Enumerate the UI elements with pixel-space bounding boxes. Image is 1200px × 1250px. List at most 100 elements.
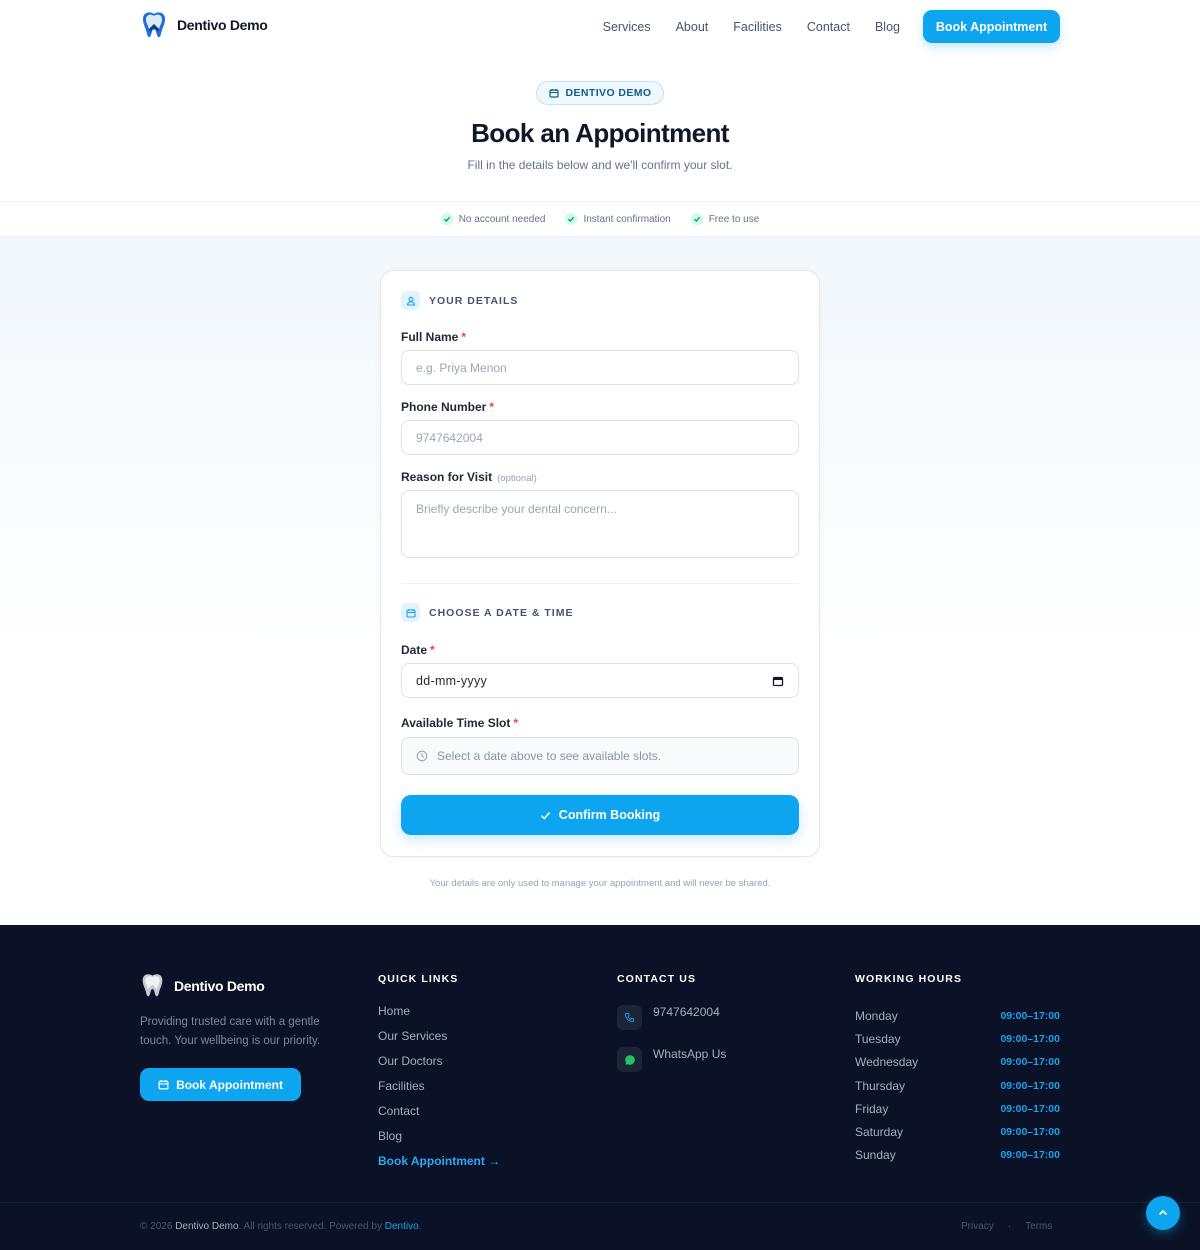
brand-name: Dentivo Demo [177,17,268,33]
contact-phone[interactable]: 9747642004 [617,1005,720,1030]
quick-link-doctors[interactable]: Our Doctors [378,1053,500,1070]
hours-time: 09:00–17:00 [1000,1056,1060,1069]
contact-whatsapp-label: WhatsApp Us [653,1047,727,1061]
feature-item: Free to use [690,213,760,225]
arrow-up-icon [1158,1209,1168,1216]
quick-link-book-appointment[interactable]: Book Appointment → [378,1153,500,1170]
page-subtitle: Fill in the details below and we'll conf… [467,158,733,172]
nav-contact[interactable]: Contact [807,20,850,34]
time-slot-label: Available Time Slot * [401,716,519,730]
quick-link-contact[interactable]: Contact [378,1103,500,1120]
confirm-booking-label: Confirm Booking [558,808,661,822]
copyright: © 2026 Dentivo Demo. All rights reserved… [140,1221,422,1232]
privacy-link[interactable]: Privacy [961,1221,994,1232]
booking-form: YOUR DETAILS Full Name* Phone Number* Re… [380,270,820,857]
footer-book-appointment-button[interactable]: Book Appointment [140,1068,301,1101]
hours-time: 09:00–17:00 [1000,1126,1060,1139]
check-icon [540,811,550,820]
reason-label: Reason for Visit (optional) [401,470,537,484]
main-nav: Services About Facilities Contact Blog B… [603,10,1060,43]
hours-row: Saturday 09:00–17:00 [855,1120,1060,1143]
phone-label: Phone Number * [401,400,495,414]
working-hours-list: Monday 09:00–17:00 Tuesday 09:00–17:00 Wed… [855,1004,1060,1167]
quick-links-title: QUICK LINKS [378,973,459,985]
clock-icon [416,750,428,762]
nav-facilities[interactable]: Facilities [733,20,782,34]
hours-time: 09:00–17:00 [1000,1079,1060,1092]
quick-link-home[interactable]: Home [378,1003,500,1020]
check-circle-icon [440,213,453,225]
phone-input[interactable] [401,420,799,455]
hours-day: Wednesday [855,1055,919,1070]
quick-link-facilities[interactable]: Facilities [378,1078,500,1095]
hero-badge: DENTIVO DEMO [536,81,664,105]
check-circle-icon [690,213,703,225]
feature-label: No account needed [458,213,546,225]
date-placeholder: dd-mm-yyyy [416,673,488,688]
quick-link-blog[interactable]: Blog [378,1128,500,1145]
hours-row: Friday 09:00–17:00 [855,1097,1060,1120]
date-input[interactable]: dd-mm-yyyy [401,663,799,698]
hours-row: Monday 09:00–17:00 [855,1004,1060,1027]
hero-badge-text: DENTIVO DEMO [565,87,652,99]
full-name-input[interactable] [401,350,799,385]
privacy-note: Your details are only used to manage you… [429,878,771,889]
back-to-top-button[interactable] [1146,1196,1180,1230]
quick-link-services[interactable]: Our Services [378,1028,500,1045]
required-mark: * [461,330,467,344]
feature-strip: No account needed Instant confirmation F… [0,201,1200,237]
footer-book-label: Book Appointment [176,1077,283,1092]
site-footer: Dentivo Demo Providing trusted care with… [0,925,1200,1250]
working-hours-title: WORKING HOURS [855,973,963,985]
hours-day: Saturday [855,1125,904,1140]
calendar-icon [548,89,559,98]
hours-day: Sunday [855,1148,896,1163]
calendar-icon [401,603,420,622]
copyright-brand: Dentivo Demo [175,1221,239,1232]
hours-day: Monday [855,1008,898,1023]
nav-about[interactable]: About [676,20,709,34]
required-mark: * [489,400,495,414]
required-mark: * [430,643,435,657]
optional-tag: (optional) [497,473,537,484]
hours-row: Thursday 09:00–17:00 [855,1074,1060,1097]
whatsapp-icon [617,1047,642,1072]
calendar-picker-icon[interactable] [772,675,784,687]
legal-links: Privacy · Terms [961,1221,1052,1232]
check-circle-icon [565,213,578,225]
time-slot-hint: Select a date above to see available slo… [437,749,662,763]
feature-item: No account needed [440,213,546,225]
calendar-icon [158,1080,169,1090]
required-mark: * [513,716,519,730]
nav-blog[interactable]: Blog [875,20,900,34]
reason-textarea[interactable] [401,490,799,558]
hours-day: Friday [855,1101,889,1116]
details-section-title: YOUR DETAILS [429,294,519,307]
tooth-logo-icon [143,12,165,38]
terms-link[interactable]: Terms [1025,1221,1052,1232]
confirm-booking-button[interactable]: Confirm Booking [401,795,799,835]
feature-label: Instant confirmation [583,213,671,225]
hours-time: 09:00–17:00 [1000,1102,1060,1115]
hours-row: Sunday 09:00–17:00 [855,1144,1060,1167]
hours-day: Tuesday [855,1031,901,1046]
footer-bottom-bar: © 2026 Dentivo Demo. All rights reserved… [0,1202,1200,1250]
footer-brand[interactable]: Dentivo Demo [140,972,265,999]
datetime-section-title: CHOOSE A DATE & TIME [429,606,574,619]
hours-time: 09:00–17:00 [1000,1149,1060,1162]
hours-time: 09:00–17:00 [1000,1009,1060,1022]
contact-whatsapp[interactable]: WhatsApp Us [617,1047,726,1072]
powered-by-link[interactable]: Dentivo [385,1221,419,1232]
brand[interactable]: Dentivo Demo [140,10,268,40]
tooth-logo-icon [142,974,163,997]
contact-title: CONTACT US [617,973,697,985]
feature-label: Free to use [708,213,760,225]
footer-description: Providing trusted care with a gentle tou… [140,1016,321,1047]
date-label: Date * [401,643,435,657]
datetime-section-header: CHOOSE A DATE & TIME [401,603,573,622]
section-divider [401,583,799,584]
phone-icon [617,1005,642,1030]
quick-links: Home Our Services Our Doctors Facilities… [378,1003,500,1170]
nav-services[interactable]: Services [603,20,651,34]
header-book-appointment-button[interactable]: Book Appointment [923,10,1060,43]
